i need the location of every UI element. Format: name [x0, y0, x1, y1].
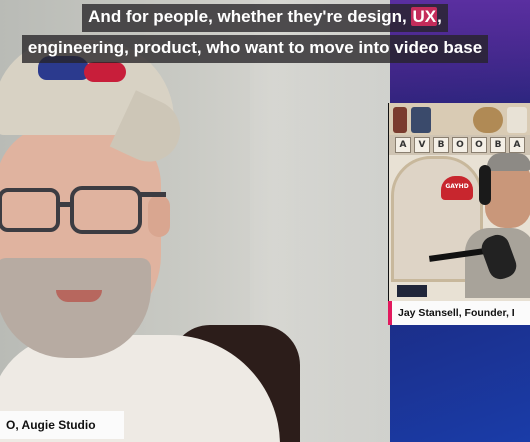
glasses-right-lens: [70, 186, 142, 234]
guest-video-tile[interactable]: A V B O O B A GAYHD: [388, 103, 530, 301]
letter-block-row: A V B O O B A: [389, 135, 530, 155]
desk-sign: [397, 285, 427, 297]
caption-segment: And for people, whether they're design,: [88, 7, 412, 26]
caption-segment: ,: [437, 7, 442, 26]
shelf-book: [411, 107, 431, 133]
red-hat-label: GAYHD: [445, 183, 469, 190]
letter-block: A: [395, 137, 411, 153]
glasses-left-lens: [0, 188, 60, 232]
caption-highlighted-word: UX: [411, 7, 438, 26]
video-call-stage: A V B O O B A GAYHD Jay Stansell, Founde…: [0, 0, 530, 442]
letter-block: O: [452, 137, 468, 153]
cap-logo-red: [84, 62, 126, 82]
headphones-icon: [479, 165, 491, 205]
letter-block: B: [490, 137, 506, 153]
caption-text: engineering, product, who want to move i…: [21, 35, 489, 63]
letter-block: V: [414, 137, 430, 153]
guest-hair: [487, 153, 530, 171]
shelf-item: [507, 107, 527, 133]
glasses-bridge: [58, 202, 72, 207]
letter-block: A: [509, 137, 525, 153]
caption-line-2: engineering, product, who want to move i…: [0, 35, 530, 63]
shelf-book: [393, 107, 407, 133]
main-speaker-video: [0, 0, 390, 442]
bookshelf: [389, 103, 530, 135]
letter-block: B: [433, 137, 449, 153]
main-speaker-name-lower-third: O, Augie Studio: [0, 411, 124, 439]
guest-name-lower-third: Jay Stansell, Founder, I: [388, 301, 530, 325]
glasses-arm: [140, 192, 166, 197]
letter-block: O: [471, 137, 487, 153]
speaker-mouth: [56, 290, 102, 302]
speaker-ear: [148, 195, 170, 237]
caption-line-1: And for people, whether they're design, …: [0, 4, 530, 32]
shelf-ornament: [473, 107, 503, 133]
caption-text: And for people, whether they're design, …: [82, 4, 448, 32]
